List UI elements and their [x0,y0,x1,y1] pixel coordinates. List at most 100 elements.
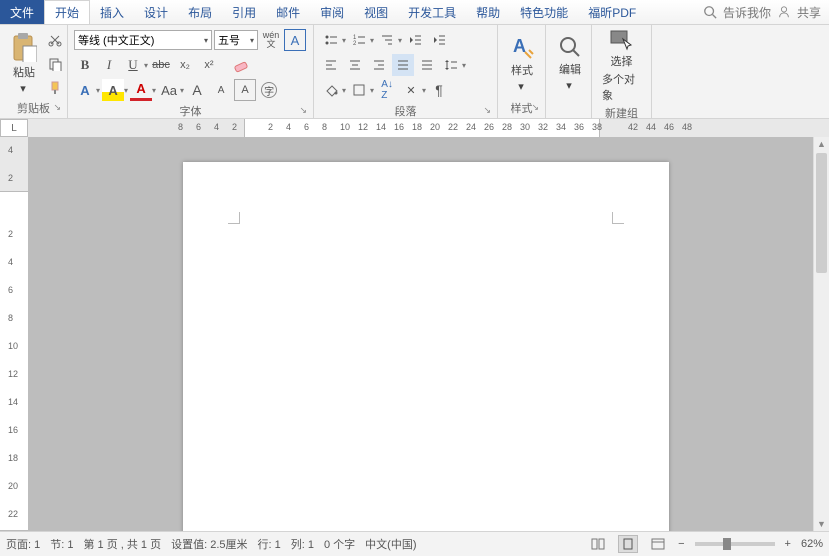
italic-button[interactable]: I [98,54,120,76]
ruler-horizontal[interactable]: L 86422468101214161820222426283032343638… [0,119,829,137]
multilevel-button[interactable] [376,29,398,51]
align-center-button[interactable] [344,54,366,76]
bold-button[interactable]: B [74,54,96,76]
grow-font-button[interactable]: A [186,79,208,101]
tab-selector[interactable]: L [0,119,28,137]
paragraph-launcher[interactable]: ↘ [483,105,491,116]
zoom-level[interactable]: 62% [801,538,823,550]
status-words[interactable]: 0 个字 [324,536,355,552]
menu-tab-insert[interactable]: 插入 [90,0,134,24]
show-marks-button[interactable]: ¶ [428,79,450,101]
page[interactable] [183,162,669,531]
group-label-paragraph: 段落 [395,106,417,118]
font-name-combo[interactable]: 等线 (中文正文)▾ [74,30,212,50]
font-color-button[interactable]: A [130,79,152,101]
enclose-char-button[interactable]: 字 [258,79,280,101]
scrollbar-vertical[interactable]: ▲ ▼ [813,137,829,531]
char-border-button[interactable]: A [284,29,306,51]
shading-button[interactable] [320,79,342,101]
char-shading-button[interactable]: A [234,79,256,101]
menu-tab-help[interactable]: 帮助 [466,0,510,24]
underline-button[interactable]: U [122,54,144,76]
increase-indent-button[interactable] [428,29,450,51]
align-distributed-button[interactable] [416,54,438,76]
group-label-edit [550,100,587,116]
styles-button[interactable]: A 样式▾ [502,27,542,100]
view-print-button[interactable] [618,535,638,553]
menu-tab-foxit[interactable]: 福昕PDF [578,0,646,24]
sort-button[interactable]: A↓Z [376,79,398,101]
clipboard-launcher[interactable]: ↘ [53,102,61,113]
document-area[interactable] [28,137,813,531]
group-label-clipboard: 剪贴板 [17,103,50,115]
strike-button[interactable]: abc [150,54,172,76]
align-left-button[interactable] [320,54,342,76]
styles-launcher[interactable]: ↘ [531,102,539,113]
search-icon[interactable] [703,5,717,19]
scroll-up-icon[interactable]: ▲ [814,137,829,151]
zoom-in-button[interactable]: + [785,538,791,550]
menu-file[interactable]: 文件 [0,0,44,24]
menu-tab-design[interactable]: 设计 [134,0,178,24]
menu-tab-review[interactable]: 审阅 [310,0,354,24]
menu-tab-layout[interactable]: 布局 [178,0,222,24]
menu-tab-references[interactable]: 引用 [222,0,266,24]
highlight-button[interactable]: A [102,79,124,101]
zoom-out-button[interactable]: − [678,538,684,550]
numbering-button[interactable]: 12 [348,29,370,51]
menu-tab-home[interactable]: 开始 [44,0,90,24]
zoom-slider[interactable] [695,542,775,546]
view-read-button[interactable] [588,535,608,553]
tell-me-input[interactable]: 告诉我你 [723,4,771,21]
book-icon [591,538,605,550]
line-spacing-button[interactable] [440,54,462,76]
change-case-button[interactable]: Aa [158,79,180,101]
phonetic-guide-button[interactable]: wén文 [260,29,282,51]
borders-button[interactable] [348,79,370,101]
status-page[interactable]: 页面: 1 [6,536,40,552]
ruler-vertical[interactable]: 42246810121416182022 [0,137,28,531]
superscript-button[interactable]: x² [198,54,220,76]
group-label-font: 字体 [180,106,202,118]
styles-icon: A [509,34,535,60]
menu-tab-mailings[interactable]: 邮件 [266,0,310,24]
status-position[interactable]: 设置值: 2.5厘米 [171,536,247,552]
status-section[interactable]: 节: 1 [50,536,73,552]
scrollbar-thumb[interactable] [816,153,827,273]
paste-button[interactable]: 粘贴 ▾ [4,27,44,100]
bullets-button[interactable] [320,29,342,51]
copy-button[interactable] [44,53,66,75]
select-objects-icon [609,29,635,51]
format-painter-button[interactable] [44,77,66,99]
status-col[interactable]: 列: 1 [291,536,314,552]
status-language[interactable]: 中文(中国) [365,536,416,552]
decrease-indent-button[interactable] [404,29,426,51]
clear-format-button[interactable] [230,54,252,76]
text-direction-button[interactable]: ✕ [400,79,422,101]
zoom-slider-thumb[interactable] [723,538,731,550]
subscript-button[interactable]: x₂ [174,54,196,76]
text-effects-button[interactable]: A [74,79,96,101]
share-button[interactable]: 共享 [797,4,821,21]
scroll-down-icon[interactable]: ▼ [814,517,829,531]
cut-button[interactable] [44,29,66,51]
align-justify-button[interactable] [392,54,414,76]
ribbon-group-edit: 编辑▾ [546,25,592,118]
font-size-combo[interactable]: 五号▾ [214,30,258,50]
page-icon [621,538,635,550]
view-web-button[interactable] [648,535,668,553]
status-line[interactable]: 行: 1 [258,536,281,552]
margin-corner-tl [228,212,240,224]
eraser-icon [232,56,250,74]
ribbon-group-font: 等线 (中文正文)▾ 五号▾ wén文 A B I U▾ abc x₂ x² A… [68,25,314,118]
menu-tab-developer[interactable]: 开发工具 [398,0,466,24]
menu-tab-view[interactable]: 视图 [354,0,398,24]
align-right-button[interactable] [368,54,390,76]
select-objects-button[interactable]: 选择 多个对象 [596,27,647,105]
font-launcher[interactable]: ↘ [299,105,307,116]
menu-tab-special[interactable]: 特色功能 [510,0,578,24]
status-pages[interactable]: 第 1 页 , 共 1 页 [83,536,161,552]
shrink-font-button[interactable]: A [210,79,232,101]
ribbon-group-styles: A 样式▾ 样式↘ [498,25,546,118]
edit-button[interactable]: 编辑▾ [550,27,590,100]
